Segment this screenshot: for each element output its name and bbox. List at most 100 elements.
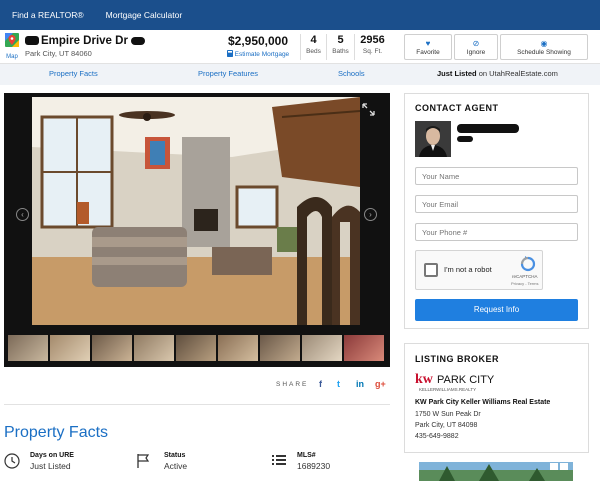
- thumbnail[interactable]: [260, 335, 300, 361]
- city-line: Park City, UT 84060: [25, 49, 92, 58]
- recaptcha-widget: I'm not a robot reCAPTCHA Privacy - Term…: [415, 250, 543, 290]
- top-navigation: Find a REALTOR® Mortgage Calculator: [0, 0, 600, 30]
- twitter-share-button[interactable]: t: [337, 379, 340, 389]
- baths-value: 5: [337, 34, 344, 46]
- broker-address-line2: Park City, UT 84098: [415, 422, 478, 429]
- schedule-showing-button[interactable]: ◉ Schedule Showing: [500, 34, 588, 60]
- ignore-button[interactable]: ⊘ Ignore: [454, 34, 498, 60]
- fact-days-on-ure: Days on URE Just Listed: [30, 452, 74, 471]
- tab-schools[interactable]: Schools: [338, 69, 365, 78]
- chevron-left-icon: ‹: [21, 210, 24, 219]
- thumbnail[interactable]: [92, 335, 132, 361]
- listing-header: Map Empire Drive Dr Park City, UT 84060 …: [0, 30, 600, 64]
- thumbnail-strip: [8, 335, 388, 361]
- listing-broker-heading: LISTING BROKER: [415, 354, 500, 364]
- kw-logo-mark: kw: [415, 372, 433, 387]
- fact-mls-number: MLS# 1689230: [297, 452, 330, 471]
- fact-value: Just Listed: [30, 461, 71, 471]
- recaptcha-checkbox[interactable]: [424, 263, 438, 277]
- favorite-button[interactable]: ♥ Favorite: [404, 34, 452, 60]
- previous-photo-button[interactable]: ‹: [16, 208, 29, 221]
- estimate-mortgage-link[interactable]: Estimate Mortgage: [218, 50, 298, 58]
- name-field[interactable]: [415, 167, 578, 185]
- contact-agent-card: CONTACT AGENT I'm not a robot reCAPTCHA …: [404, 93, 589, 329]
- sqft-label: Sq. Ft.: [362, 48, 383, 55]
- chevron-right-icon: ›: [369, 210, 372, 219]
- thumbnail[interactable]: [218, 335, 258, 361]
- thumbnail[interactable]: [8, 335, 48, 361]
- share-label: SHARE: [276, 381, 309, 388]
- broker-phone: 435-649-9882: [415, 433, 459, 440]
- expand-button[interactable]: [362, 103, 375, 119]
- eye-icon: ◉: [540, 39, 548, 48]
- estimate-mortgage-label: Estimate Mortgage: [234, 51, 290, 58]
- listing-address: Empire Drive Dr: [25, 35, 145, 47]
- thumbnail[interactable]: [50, 335, 90, 361]
- fact-label: Status: [164, 452, 186, 459]
- broker-address-line1: 1750 W Sun Peak Dr: [415, 411, 481, 418]
- thumbnail[interactable]: [344, 335, 384, 361]
- just-listed-label: Just Listed: [437, 69, 477, 78]
- list-icon: [272, 455, 286, 465]
- schedule-showing-label: Schedule Showing: [517, 49, 571, 56]
- fact-value: Active: [164, 461, 188, 471]
- mortgage-calculator-link[interactable]: Mortgage Calculator: [106, 10, 183, 20]
- calculator-icon: [226, 50, 233, 57]
- fact-value: 1689230: [297, 461, 331, 471]
- sqft-stat: 2956 Sq. Ft.: [354, 34, 390, 60]
- linkedin-share-button[interactable]: in: [356, 379, 364, 389]
- broker-name: KW Park City Keller Williams Real Estate: [415, 399, 551, 406]
- street-name: Empire Drive Dr: [41, 35, 128, 47]
- recaptcha-privacy-links[interactable]: Privacy - Terms: [511, 281, 538, 286]
- flag-icon: [137, 454, 150, 468]
- listing-broker-card: LISTING BROKER kw PARK CITY KELLERWILLIA…: [404, 343, 589, 453]
- advertisement-banner[interactable]: [419, 462, 573, 481]
- ignore-label: Ignore: [466, 49, 486, 56]
- redaction-mark: [25, 36, 39, 46]
- property-facts-title: Property Facts: [4, 424, 109, 441]
- thumbnail[interactable]: [176, 335, 216, 361]
- find-realtor-link[interactable]: Find a REALTOR®: [12, 10, 84, 20]
- expand-icon: [362, 103, 375, 116]
- redaction-mark: [130, 36, 145, 45]
- broker-logo: kw PARK CITY KELLERWILLIAMS.REALTY: [415, 372, 525, 394]
- map-button[interactable]: Map: [4, 32, 20, 60]
- beds-label: Beds: [306, 48, 321, 55]
- living-room-photo: [32, 97, 360, 325]
- recaptcha-logo-icon: [520, 256, 536, 272]
- sqft-value: 2956: [360, 34, 385, 46]
- price-block: $2,950,000 Estimate Mortgage: [218, 34, 298, 58]
- map-icon: [5, 33, 19, 47]
- map-label: Map: [6, 54, 18, 60]
- agent-portrait: [415, 121, 451, 157]
- facebook-share-button[interactable]: f: [319, 379, 322, 389]
- tab-property-features[interactable]: Property Features: [198, 69, 258, 78]
- next-photo-button[interactable]: ›: [364, 208, 377, 221]
- tab-property-facts[interactable]: Property Facts: [49, 69, 98, 78]
- listing-price: $2,950,000: [227, 34, 289, 48]
- clock-icon: [4, 453, 20, 469]
- beds-stat: 4 Beds: [300, 34, 326, 60]
- main-photo[interactable]: [32, 97, 360, 325]
- redaction-mark: [457, 124, 519, 133]
- request-info-button[interactable]: Request Info: [415, 299, 578, 321]
- contact-agent-heading: CONTACT AGENT: [415, 103, 499, 113]
- googleplus-share-button[interactable]: g+: [375, 379, 386, 389]
- fact-label: MLS#: [297, 452, 316, 459]
- thumbnail[interactable]: [134, 335, 174, 361]
- phone-field[interactable]: [415, 223, 578, 241]
- email-field[interactable]: [415, 195, 578, 213]
- section-divider: [4, 404, 390, 405]
- thumbnail[interactable]: [302, 335, 342, 361]
- recaptcha-label: I'm not a robot: [444, 265, 492, 274]
- redaction-mark: [457, 136, 473, 142]
- agent-photo: [415, 121, 451, 157]
- section-tabs: Property Facts Property Features Schools…: [0, 64, 600, 85]
- baths-label: Baths: [332, 48, 349, 55]
- photo-gallery: ‹ ›: [4, 93, 390, 367]
- kw-logo-city: PARK CITY: [437, 374, 495, 386]
- beds-value: 4: [310, 34, 317, 46]
- baths-stat: 5 Baths: [326, 34, 354, 60]
- listing-source: on UtahRealEstate.com: [478, 69, 558, 78]
- just-listed-note: Just Listed on UtahRealEstate.com: [437, 69, 558, 78]
